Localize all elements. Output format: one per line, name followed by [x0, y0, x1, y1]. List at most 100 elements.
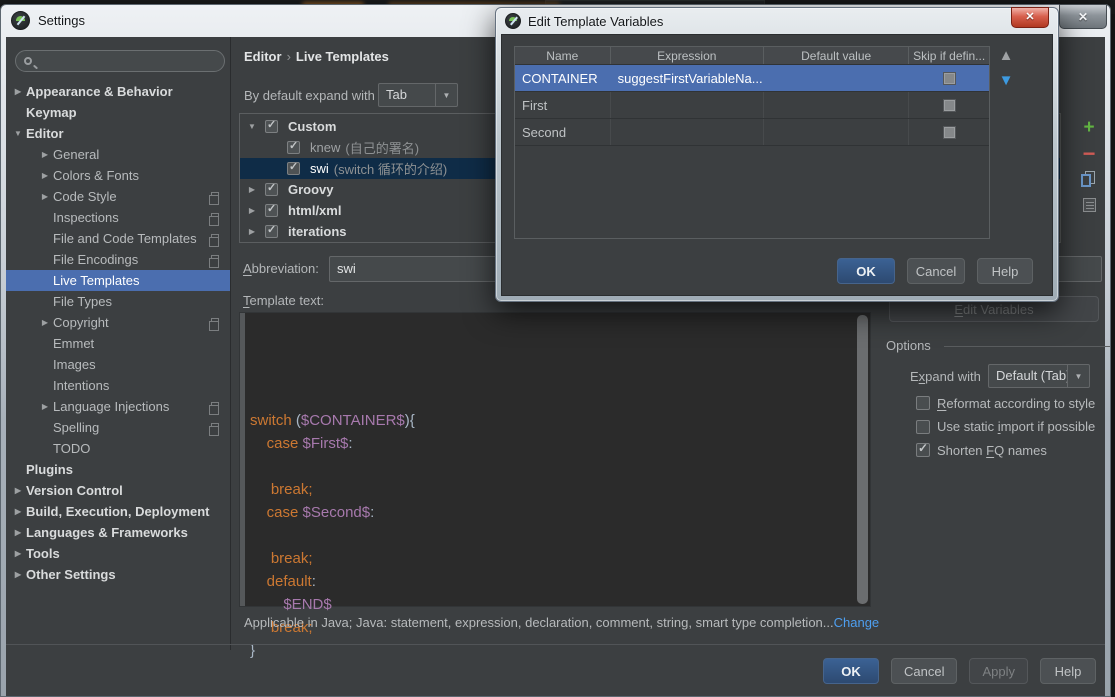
option-row-use-static-import-if-possible[interactable]: Use static import if possible — [916, 419, 1095, 435]
help-button[interactable]: Help — [1040, 658, 1096, 684]
template-text-editor[interactable]: switch ($CONTAINER$){ case $First$: brea… — [239, 312, 871, 607]
checkbox-unchecked[interactable] — [943, 72, 956, 85]
editor-scrollbar[interactable] — [857, 315, 868, 604]
column-header-name[interactable]: Name — [515, 47, 611, 64]
sidebar-item-images[interactable]: Images — [6, 354, 230, 375]
sidebar-item-colors-fonts[interactable]: ▶Colors & Fonts — [6, 165, 230, 186]
checkbox-unchecked[interactable] — [943, 126, 956, 139]
cell-name[interactable]: First — [515, 92, 611, 118]
reset-to-default-icon[interactable] — [1080, 197, 1098, 215]
cancel-button[interactable]: Cancel — [891, 658, 957, 684]
chevron-down-icon[interactable]: ▼ — [246, 122, 258, 131]
cell-default-value[interactable] — [764, 65, 909, 91]
chevron-right-icon[interactable]: ▶ — [39, 318, 51, 327]
variable-row-second[interactable]: Second — [515, 119, 989, 146]
move-up-icon[interactable]: ▲ — [996, 49, 1016, 63]
chevron-right-icon[interactable]: ▶ — [246, 227, 258, 236]
dialog-close-button[interactable]: ✕ — [1011, 7, 1049, 28]
cell-name[interactable]: Second — [515, 119, 611, 145]
checkbox-checked[interactable] — [287, 141, 300, 154]
checkbox-checked[interactable] — [265, 183, 278, 196]
checkbox-checked[interactable] — [265, 225, 278, 238]
add-icon[interactable]: + — [1080, 119, 1098, 137]
chevron-right-icon[interactable]: ▶ — [12, 528, 24, 537]
sidebar-item-emmet[interactable]: Emmet — [6, 333, 230, 354]
cell-skip-if-defined[interactable] — [909, 119, 989, 145]
move-down-icon[interactable]: ▼ — [996, 74, 1016, 88]
column-header-expression[interactable]: Expression — [611, 47, 764, 64]
variable-row-container[interactable]: CONTAINERsuggestFirstVariableNa... — [515, 65, 989, 92]
cell-expression[interactable] — [611, 92, 764, 118]
option-row-shorten-fq-names[interactable]: Shorten FQ names — [916, 442, 1047, 458]
chevron-down-icon[interactable]: ▼ — [12, 129, 24, 138]
column-header-default-value[interactable]: Default value — [764, 47, 909, 64]
apply-button[interactable]: Apply — [969, 658, 1028, 684]
sidebar-item-code-style[interactable]: ▶Code Style — [6, 186, 230, 207]
dialog-ok-button[interactable]: OK — [837, 258, 895, 284]
sidebar-item-other-settings[interactable]: ▶Other Settings — [6, 564, 230, 585]
sidebar-item-file-encodings[interactable]: File Encodings — [6, 249, 230, 270]
chevron-right-icon[interactable]: ▶ — [246, 185, 258, 194]
chevron-right-icon[interactable]: ▶ — [246, 206, 258, 215]
sidebar-item-spelling[interactable]: Spelling — [6, 417, 230, 438]
cell-name[interactable]: CONTAINER — [515, 65, 611, 91]
sidebar-item-version-control[interactable]: ▶Version Control — [6, 480, 230, 501]
chevron-right-icon[interactable]: ▶ — [39, 192, 51, 201]
sidebar-item-appearance-behavior[interactable]: ▶Appearance & Behavior — [6, 81, 230, 102]
sidebar-item-todo[interactable]: TODO — [6, 438, 230, 459]
checkbox-checked[interactable] — [265, 204, 278, 217]
checkbox-unchecked[interactable] — [916, 420, 930, 434]
sidebar-item-languages-frameworks[interactable]: ▶Languages & Frameworks — [6, 522, 230, 543]
cell-default-value[interactable] — [764, 119, 909, 145]
chevron-right-icon[interactable]: ▶ — [12, 507, 24, 516]
cell-skip-if-defined[interactable] — [909, 65, 989, 91]
option-row-reformat-according-to-style[interactable]: Reformat according to style — [916, 395, 1095, 411]
dialog-help-button[interactable]: Help — [977, 258, 1033, 284]
settings-close-button[interactable]: ✕ — [1059, 4, 1107, 29]
dialog-cancel-button[interactable]: Cancel — [907, 258, 965, 284]
sidebar-item-inspections[interactable]: Inspections — [6, 207, 230, 228]
checkbox-checked[interactable] — [265, 120, 278, 133]
sidebar-item-build-execution-deployment[interactable]: ▶Build, Execution, Deployment — [6, 501, 230, 522]
checkbox-checked[interactable] — [916, 443, 930, 457]
ok-button[interactable]: OK — [823, 658, 879, 684]
expand-with-select[interactable]: Default (Tab) ▼ — [988, 364, 1090, 388]
sidebar-item-tools[interactable]: ▶Tools — [6, 543, 230, 564]
sidebar-item-copyright[interactable]: ▶Copyright — [6, 312, 230, 333]
chevron-right-icon[interactable]: ▶ — [12, 570, 24, 579]
checkbox-unchecked[interactable] — [943, 99, 956, 112]
column-header-skip-if-defin[interactable]: Skip if defin... — [909, 47, 989, 64]
chevron-right-icon[interactable]: ▶ — [12, 87, 24, 96]
cell-expression[interactable] — [611, 119, 764, 145]
sidebar-item-general[interactable]: ▶General — [6, 144, 230, 165]
duplicate-icon[interactable] — [1080, 171, 1098, 189]
chevron-right-icon[interactable]: ▶ — [12, 486, 24, 495]
sidebar-item-live-templates[interactable]: Live Templates — [6, 270, 230, 291]
cell-expression[interactable]: suggestFirstVariableNa... — [611, 65, 764, 91]
breadcrumb-live-templates: Live Templates — [296, 49, 389, 64]
breadcrumb-editor: Editor — [244, 49, 282, 64]
sidebar-item-label: Live Templates — [53, 273, 139, 288]
sidebar-item-plugins[interactable]: Plugins — [6, 459, 230, 480]
default-expand-select[interactable]: Tab ▼ — [378, 83, 458, 107]
chevron-right-icon[interactable]: ▶ — [39, 171, 51, 180]
variable-row-first[interactable]: First — [515, 92, 989, 119]
sidebar-item-keymap[interactable]: Keymap — [6, 102, 230, 123]
settings-search-input[interactable] — [15, 50, 225, 72]
sidebar-item-file-types[interactable]: File Types — [6, 291, 230, 312]
remove-icon[interactable]: − — [1080, 147, 1098, 165]
cell-skip-if-defined[interactable] — [909, 92, 989, 118]
sidebar-item-intentions[interactable]: Intentions — [6, 375, 230, 396]
change-link[interactable]: Change — [834, 615, 880, 630]
sidebar-item-file-and-code-templates[interactable]: File and Code Templates — [6, 228, 230, 249]
chevron-right-icon[interactable]: ▶ — [39, 150, 51, 159]
sidebar-item-language-injections[interactable]: ▶Language Injections — [6, 396, 230, 417]
checkbox-checked[interactable] — [287, 162, 300, 175]
sidebar-item-label: Copyright — [53, 315, 109, 330]
chevron-right-icon[interactable]: ▶ — [12, 549, 24, 558]
checkbox-unchecked[interactable] — [916, 396, 930, 410]
sidebar-item-label: Version Control — [26, 483, 123, 498]
sidebar-item-editor[interactable]: ▼Editor — [6, 123, 230, 144]
cell-default-value[interactable] — [764, 92, 909, 118]
chevron-right-icon[interactable]: ▶ — [39, 402, 51, 411]
